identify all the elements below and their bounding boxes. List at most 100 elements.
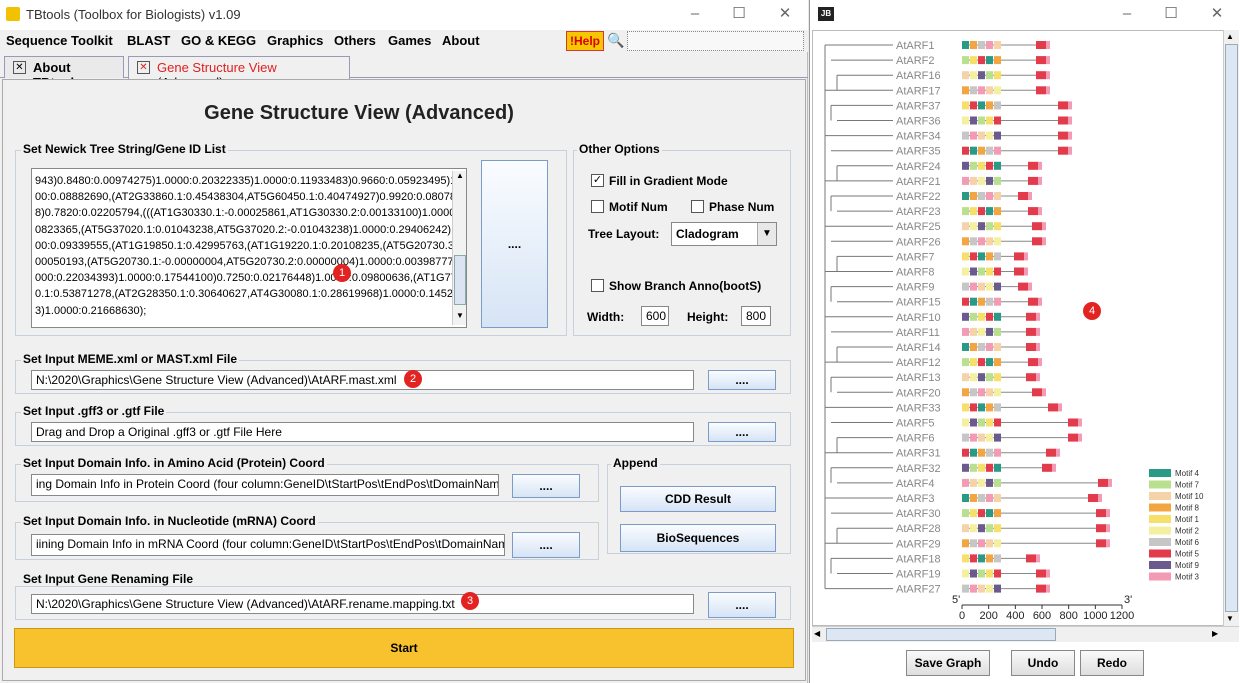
newick-browse-button[interactable]: ....	[481, 160, 548, 328]
motif-box	[970, 343, 977, 351]
motif-box	[970, 478, 977, 487]
viewer-vscrollbar[interactable]: ▲ ▼	[1223, 30, 1239, 626]
scroll-up-icon[interactable]: ▲	[454, 171, 466, 184]
minimize-icon[interactable]: –	[684, 4, 706, 24]
motif-box	[1028, 176, 1038, 185]
gene-label: AtARF6	[896, 433, 935, 445]
tab-close-icon[interactable]: ✕	[13, 61, 26, 74]
cdd-result-button[interactable]: CDD Result	[620, 486, 776, 512]
scroll-down-icon[interactable]: ▼	[1226, 614, 1234, 623]
close-icon[interactable]: ✕	[774, 4, 796, 24]
motif-box	[970, 494, 977, 502]
viewer-vscroll-thumb[interactable]	[1225, 44, 1238, 612]
motif-box	[970, 448, 977, 457]
motif-box	[994, 358, 1001, 367]
motif-box	[994, 101, 1001, 110]
motif-box	[994, 448, 1001, 457]
tab-about-tbtools[interactable]: ✕ About TBtools	[4, 56, 124, 90]
motif-box	[1046, 71, 1050, 80]
menu-blast[interactable]: BLAST	[127, 33, 170, 48]
annotation-badge-4: 4	[1083, 302, 1101, 320]
gff-browse-button[interactable]: ....	[708, 422, 776, 442]
scroll-up-icon[interactable]: ▲	[1226, 32, 1234, 41]
menu-graphics[interactable]: Graphics	[267, 33, 323, 48]
motif-box	[978, 71, 985, 80]
newick-textarea[interactable]: 943)0.8480:0.00974275)1.0000:0.20322335)…	[31, 168, 467, 328]
motif-box	[986, 388, 993, 397]
motif-box	[1058, 146, 1068, 155]
motif-box	[962, 554, 969, 563]
gene-label: AtARF5	[896, 418, 935, 430]
motif-box	[962, 327, 969, 336]
biosequences-button[interactable]: BioSequences	[620, 524, 776, 552]
help-button[interactable]: !Help	[566, 31, 604, 51]
newick-scrollbar[interactable]: ▲ ▼	[452, 171, 466, 325]
height-input[interactable]: 800	[741, 306, 771, 326]
motif-box	[1036, 327, 1040, 336]
viewer-minimize-icon[interactable]: –	[1116, 4, 1138, 24]
start-button[interactable]: Start	[14, 628, 794, 668]
scroll-left-icon[interactable]: ◀	[814, 629, 820, 638]
viewer-hscrollbar[interactable]: ◀ ▶	[812, 626, 1239, 642]
viewer-close-icon[interactable]: ✕	[1206, 4, 1228, 24]
undo-button[interactable]: Undo	[1011, 650, 1075, 676]
menu-go-kegg[interactable]: GO & KEGG	[181, 33, 256, 48]
width-input[interactable]: 600	[641, 306, 669, 326]
phase-num-checkbox[interactable]	[691, 200, 704, 213]
motif-box	[1036, 56, 1046, 65]
motif-box	[962, 494, 969, 502]
gff-file-input[interactable]: Drag and Drop a Original .gff3 or .gtf F…	[31, 422, 694, 442]
rename-file-input[interactable]: N:\2020\Graphics\Gene Structure View (Ad…	[31, 594, 694, 614]
motif-box	[962, 71, 969, 80]
gene-label: AtARF3	[896, 493, 935, 505]
domain-nt-input[interactable]: iining Domain Info in mRNA Coord (four c…	[31, 534, 505, 556]
motif-box	[994, 388, 1001, 397]
motif-box	[1038, 358, 1042, 367]
save-graph-button[interactable]: Save Graph	[906, 650, 990, 676]
search-icon[interactable]: 🔍	[607, 32, 624, 49]
motif-num-checkbox[interactable]	[591, 200, 604, 213]
motif-box	[986, 418, 993, 427]
rename-browse-button[interactable]: ....	[708, 592, 776, 618]
motif-box	[1028, 192, 1032, 200]
gene-label: AtARF23	[896, 206, 941, 218]
tab-close-icon[interactable]: ✕	[137, 61, 150, 74]
viewer-maximize-icon[interactable]: ☐	[1160, 4, 1182, 24]
search-input[interactable]	[627, 31, 804, 51]
gene-label: AtARF16	[896, 70, 941, 82]
menu-others[interactable]: Others	[334, 33, 376, 48]
domain-nt-browse-button[interactable]: ....	[512, 532, 580, 558]
menu-games[interactable]: Games	[388, 33, 431, 48]
motif-box	[962, 569, 969, 578]
gene-label: AtARF13	[896, 372, 941, 384]
motif-box	[962, 373, 969, 382]
domain-aa-input[interactable]: ing Domain Info in Protein Coord (four c…	[31, 474, 499, 496]
redo-button[interactable]: Redo	[1080, 650, 1144, 676]
motif-box	[978, 343, 985, 351]
gene-label: AtARF28	[896, 523, 941, 535]
scroll-right-icon[interactable]: ▶	[1212, 629, 1218, 638]
meme-browse-button[interactable]: ....	[708, 370, 776, 390]
gene-label: AtARF25	[896, 221, 941, 233]
motif-box	[994, 509, 1001, 518]
meme-file-input[interactable]: N:\2020\Graphics\Gene Structure View (Ad…	[31, 370, 694, 390]
viewer-hscroll-thumb[interactable]	[826, 628, 1056, 641]
tab-gene-structure-view[interactable]: ✕ Gene Structure View (Advanced)	[128, 56, 350, 90]
x-tick-label: 200	[979, 610, 997, 622]
gene-label: AtARF7	[896, 251, 935, 263]
scroll-down-icon[interactable]: ▼	[454, 311, 466, 324]
motif-box	[978, 131, 985, 140]
branch-anno-checkbox[interactable]	[591, 279, 604, 292]
domain-aa-browse-button[interactable]: ....	[512, 474, 580, 498]
motif-box	[986, 41, 993, 49]
chevron-down-icon[interactable]: ▼	[757, 223, 776, 245]
gradient-checkbox[interactable]: ✓	[591, 174, 604, 187]
motif-box	[1046, 41, 1050, 49]
motif-box	[986, 161, 993, 170]
newick-line: 8)0.7820:0.02205794,(((AT1G30330.1:-0.00…	[35, 207, 467, 220]
menu-sequence-toolkit[interactable]: Sequence Toolkit	[6, 33, 113, 48]
maximize-icon[interactable]: ☐	[728, 4, 750, 24]
scroll-thumb[interactable]	[454, 255, 466, 305]
menu-about[interactable]: About	[442, 33, 480, 48]
motif-box	[970, 524, 977, 533]
